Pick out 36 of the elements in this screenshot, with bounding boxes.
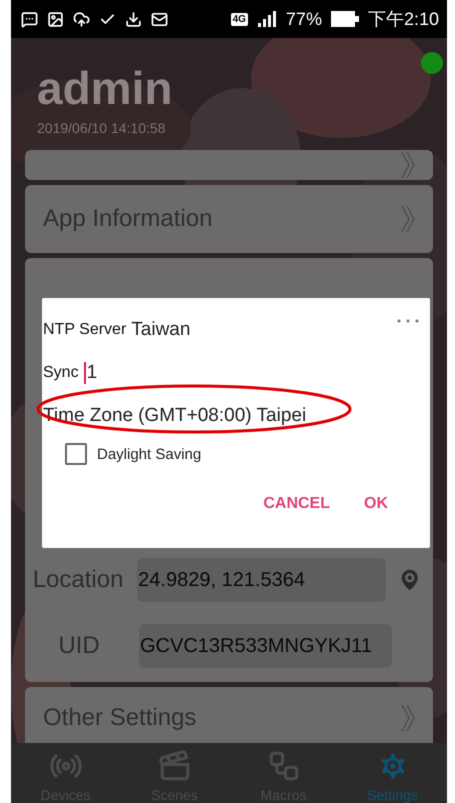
field-label: Sync: [43, 364, 79, 382]
input-field[interactable]: 24.9829, 121.5364: [137, 558, 386, 602]
chevron-icon: [401, 205, 415, 233]
checkbox[interactable]: [65, 443, 87, 465]
field-label: NTP Server: [43, 320, 126, 338]
battery-percent: 77%: [286, 8, 322, 30]
network-type: 4G: [230, 12, 248, 26]
menu-card[interactable]: Other Settings: [25, 687, 433, 743]
clock: 下午2:10: [368, 8, 439, 31]
battery-icon: [330, 11, 359, 27]
more-icon[interactable]: [396, 318, 420, 324]
dialog-button[interactable]: CANCEL: [251, 489, 342, 519]
field-label: UID: [57, 632, 101, 660]
menu-card[interactable]: App Information: [25, 185, 433, 253]
checkbox-label: Daylight Saving: [97, 446, 202, 462]
field-label: Location: [32, 566, 124, 594]
user-name: admin: [37, 62, 174, 114]
mail-icon: [151, 10, 168, 28]
clapperboard-icon: [158, 749, 192, 783]
flowchart-icon: [266, 749, 300, 783]
input-field[interactable]: GCVC13R533MNGYKJ11: [139, 624, 392, 668]
menu-label: App Information: [43, 205, 212, 233]
nav-tab[interactable]: Settings: [338, 743, 447, 803]
menu-label: Other Settings: [43, 704, 196, 732]
image-icon: [47, 10, 64, 28]
message-icon: [21, 10, 38, 28]
timestamp: 2019/06/10 14:10:58: [37, 120, 166, 136]
cloud-upload-icon: [73, 10, 90, 28]
field-value[interactable]: (GMT+08:00) Taipei: [138, 404, 306, 426]
field-value[interactable]: Taiwan: [131, 318, 190, 340]
dialog-button[interactable]: OK: [352, 489, 400, 519]
input-field[interactable]: 1: [84, 362, 98, 384]
chevron-icon: [401, 704, 415, 732]
chevron-icon: [401, 151, 415, 179]
download-icon: [125, 10, 142, 28]
signal-icon: [256, 11, 277, 27]
